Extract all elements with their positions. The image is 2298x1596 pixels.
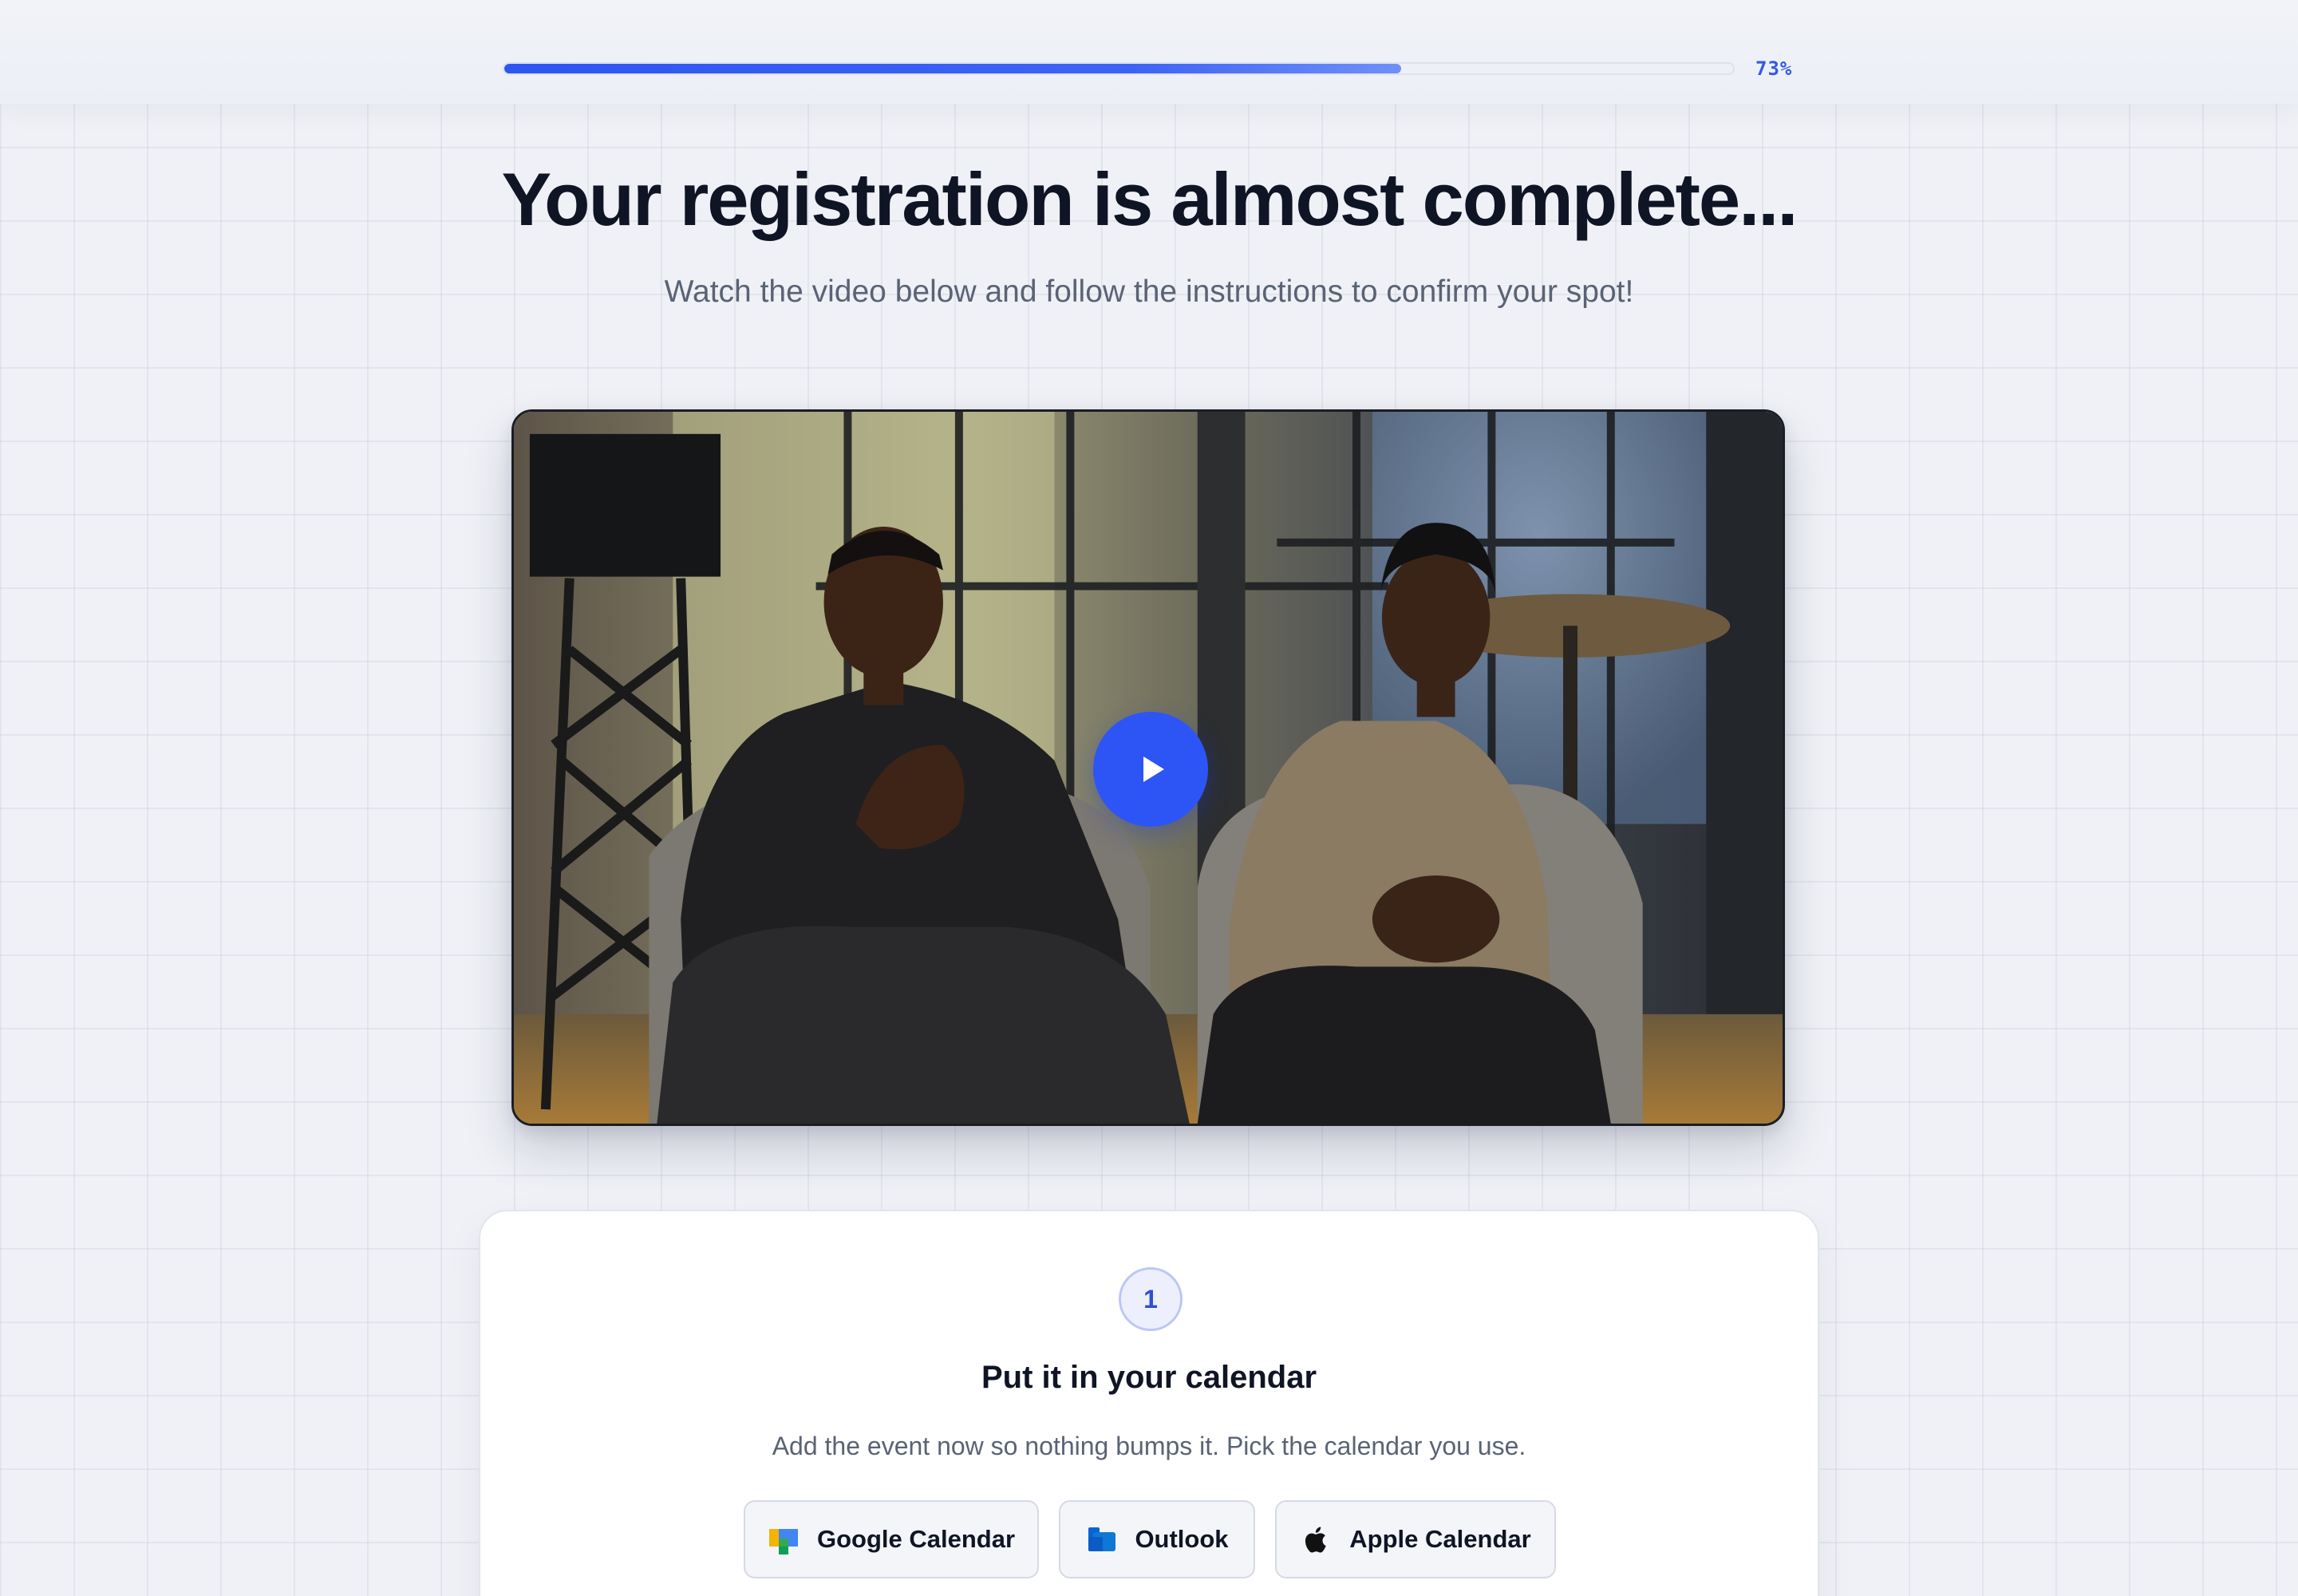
apple-calendar-label: Apple Calendar	[1349, 1525, 1531, 1553]
video-player[interactable]	[511, 409, 1785, 1126]
play-icon	[1143, 757, 1164, 782]
step-description: Add the event now so nothing bumps it. P…	[772, 1432, 1526, 1460]
progress-bar	[503, 62, 1735, 75]
google-calendar-button[interactable]: Google Calendar	[744, 1500, 1039, 1578]
outlook-button[interactable]: Outlook	[1059, 1500, 1255, 1578]
progress-fill	[504, 64, 1402, 73]
outlook-icon	[1088, 1527, 1116, 1551]
outlook-label: Outlook	[1135, 1525, 1229, 1553]
apple-calendar-button[interactable]: Apple Calendar	[1275, 1500, 1556, 1578]
calendar-step-card: 1 Put it in your calendar Add the event …	[479, 1210, 1819, 1596]
progress-percent: 73%	[1755, 57, 1793, 80]
page-title: Your registration is almost complete...	[501, 157, 1798, 241]
google-calendar-label: Google Calendar	[816, 1525, 1016, 1553]
top-band	[0, 0, 2298, 104]
play-button[interactable]	[1093, 712, 1208, 827]
page-subtitle: Watch the video below and follow the ins…	[664, 275, 1634, 309]
apple-icon	[1305, 1527, 1326, 1553]
google-calendar-icon	[768, 1529, 798, 1555]
step-number-badge: 1	[1119, 1267, 1183, 1331]
step-title: Put it in your calendar	[981, 1360, 1317, 1395]
